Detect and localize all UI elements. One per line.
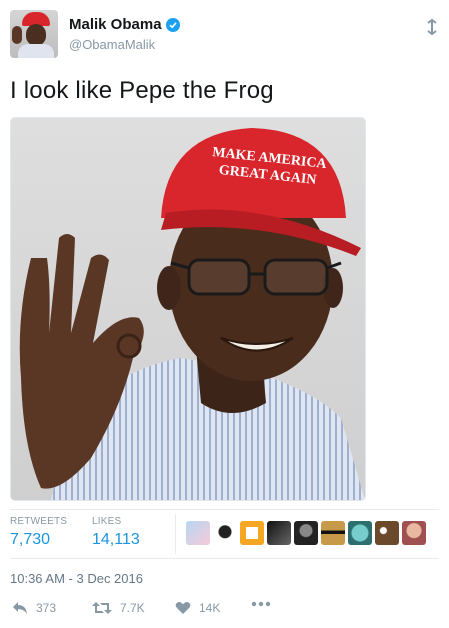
author-handle[interactable]: @ObamaMalik — [69, 37, 155, 52]
liker-avatars — [186, 521, 426, 545]
liker-avatar-3[interactable] — [240, 521, 264, 545]
retweets-count: 7,730 — [10, 531, 51, 548]
liker-avatar-4[interactable] — [267, 521, 291, 545]
likes-stat[interactable]: LIKES 14,113 — [92, 516, 140, 549]
likes-count: 14,113 — [92, 531, 140, 548]
reply-action[interactable]: 373 — [12, 601, 56, 615]
liker-avatar-5[interactable] — [294, 521, 318, 545]
retweets-stat[interactable]: RETWEETS 7,730 — [10, 516, 67, 549]
reply-count: 373 — [36, 601, 57, 615]
tweet-header: Malik Obama @ObamaMalik — [10, 10, 440, 62]
like-action[interactable]: 14K — [175, 601, 220, 615]
more-options-chevron-icon[interactable] — [426, 18, 438, 36]
liker-avatar-9[interactable] — [402, 521, 426, 545]
author-display-name[interactable]: Malik Obama — [69, 16, 162, 33]
likes-label: LIKES — [92, 516, 122, 527]
verified-badge-icon — [165, 17, 180, 32]
liker-avatar-2[interactable] — [213, 521, 237, 545]
heart-icon — [175, 602, 191, 614]
author-avatar[interactable] — [10, 10, 58, 58]
retweet-icon — [92, 602, 112, 614]
more-dots-icon — [251, 601, 271, 607]
author-name-row: Malik Obama — [69, 16, 180, 33]
engagement-stats: RETWEETS 7,730 LIKES 14,113 — [10, 509, 439, 559]
reply-icon — [13, 602, 27, 614]
tweet-text: I look like Pepe the Frog — [10, 77, 274, 104]
liker-avatar-1[interactable] — [186, 521, 210, 545]
retweet-action[interactable]: 7.7K — [92, 601, 145, 615]
liker-avatar-7[interactable] — [348, 521, 372, 545]
like-count: 14K — [199, 601, 221, 615]
retweet-count: 7.7K — [120, 601, 145, 615]
tweet-timestamp[interactable]: 10:36 AM - 3 Dec 2016 — [10, 571, 143, 586]
liker-avatar-8[interactable] — [375, 521, 399, 545]
more-actions[interactable] — [251, 601, 271, 607]
stats-divider — [175, 514, 176, 554]
liker-avatar-6[interactable] — [321, 521, 345, 545]
tweet-photo[interactable]: MAKE AMERICA GREAT AGAIN — [10, 117, 366, 501]
retweets-label: RETWEETS — [10, 516, 68, 527]
tweet-actions: 373 7.7K 14K — [10, 601, 310, 621]
